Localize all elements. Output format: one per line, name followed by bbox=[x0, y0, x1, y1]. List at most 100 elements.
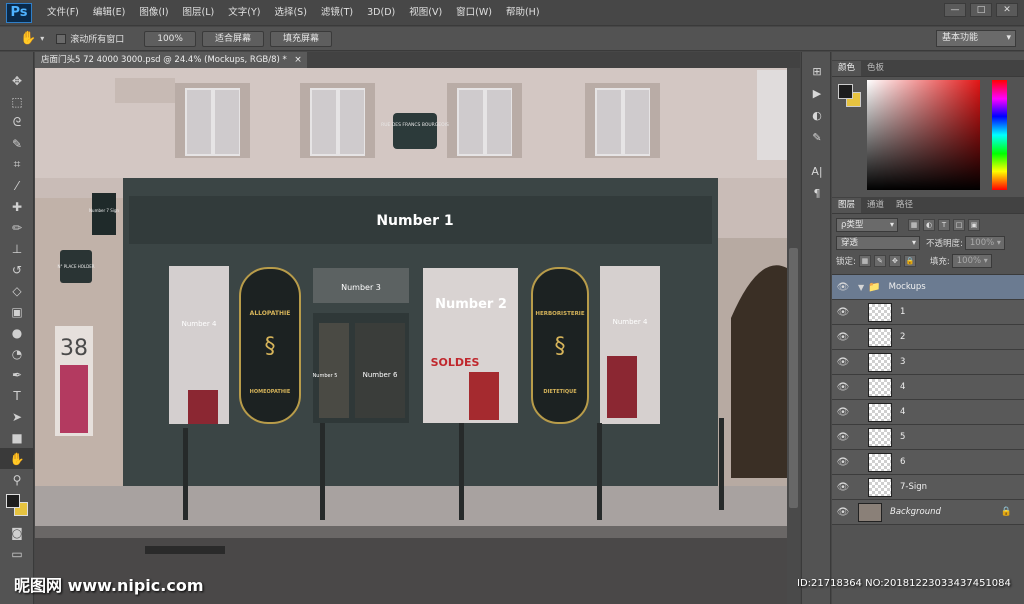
quick-select-tool-icon[interactable]: ✎ bbox=[0, 133, 34, 154]
layer-row[interactable]: 👁 5 bbox=[832, 425, 1024, 450]
visibility-eye-icon[interactable]: 👁 bbox=[832, 432, 854, 443]
tool-preset-chevron-icon[interactable]: ▾ bbox=[40, 34, 44, 43]
layer-row[interactable]: 👁 7-Sign bbox=[832, 475, 1024, 500]
visibility-eye-icon[interactable]: 👁 bbox=[832, 457, 854, 468]
tab-color[interactable]: 颜色 bbox=[832, 61, 862, 76]
layer-row[interactable]: 👁 4 bbox=[832, 400, 1024, 425]
lock-transparent-icon[interactable]: ▦ bbox=[858, 255, 871, 267]
lock-pixels-icon[interactable]: ✎ bbox=[873, 255, 886, 267]
color-field[interactable] bbox=[867, 80, 980, 190]
character-panel-icon[interactable]: A| bbox=[802, 160, 832, 182]
hand-tool-icon[interactable]: ✋ bbox=[20, 31, 36, 46]
layer-group-mockups[interactable]: 👁 ▼ 📁 Mockups bbox=[832, 275, 1024, 300]
lock-all-icon[interactable]: 🔒 bbox=[903, 255, 916, 267]
menu-filter[interactable]: 滤镜(T) bbox=[314, 0, 360, 26]
menu-select[interactable]: 选择(S) bbox=[267, 0, 313, 26]
eyedropper-tool-icon[interactable]: ⁄ bbox=[0, 175, 34, 196]
close-icon[interactable]: × bbox=[294, 52, 302, 68]
visibility-eye-icon[interactable]: 👁 bbox=[832, 357, 854, 368]
visibility-eye-icon[interactable]: 👁 bbox=[832, 482, 854, 493]
tab-layers[interactable]: 图层 bbox=[832, 198, 862, 213]
restore-button[interactable]: □ bbox=[970, 3, 992, 17]
paragraph-panel-icon[interactable]: ¶ bbox=[802, 182, 832, 204]
minimize-button[interactable]: — bbox=[944, 3, 966, 17]
path-select-tool-icon[interactable]: ➤ bbox=[0, 406, 34, 427]
lock-position-icon[interactable]: ✥ bbox=[888, 255, 901, 267]
panel-foreground-color[interactable] bbox=[838, 84, 853, 99]
tab-paths[interactable]: 路径 bbox=[890, 198, 919, 213]
filter-pixel-icon[interactable]: ▦ bbox=[908, 219, 920, 231]
canvas[interactable]: RUE DES FRANCS BOURGEOIS Number 7 Sign N… bbox=[35, 68, 787, 604]
zoom-tool-icon[interactable]: ⚲ bbox=[0, 469, 34, 490]
healing-brush-tool-icon[interactable]: ✚ bbox=[0, 196, 34, 217]
hue-slider[interactable] bbox=[992, 80, 1007, 190]
actions-panel-icon[interactable]: ▶ bbox=[802, 82, 832, 104]
opacity-input[interactable]: 100% bbox=[964, 236, 1005, 250]
visibility-eye-icon[interactable]: 👁 bbox=[832, 307, 854, 318]
filter-smart-icon[interactable]: ▣ bbox=[968, 219, 980, 231]
rectangle-tool-icon[interactable]: ■ bbox=[0, 427, 34, 448]
quick-mask-icon[interactable]: ◙ bbox=[0, 522, 34, 543]
history-brush-tool-icon[interactable]: ↺ bbox=[0, 259, 34, 280]
eraser-tool-icon[interactable]: ◇ bbox=[0, 280, 34, 301]
type-tool-icon[interactable]: T bbox=[0, 385, 34, 406]
move-tool-icon[interactable]: ✥ bbox=[0, 70, 34, 91]
group-expand-chevron-icon[interactable]: ▼ bbox=[858, 283, 864, 292]
options-bar: ✋ ▾ 滚动所有窗口 100% 适合屏幕 填充屏幕 基本功能 bbox=[0, 27, 1024, 51]
visibility-eye-icon[interactable]: 👁 bbox=[832, 507, 854, 518]
dodge-tool-icon[interactable]: ◔ bbox=[0, 343, 34, 364]
menu-file[interactable]: 文件(F) bbox=[40, 0, 86, 26]
layer-row[interactable]: 👁 1 bbox=[832, 300, 1024, 325]
close-button[interactable]: ✕ bbox=[996, 3, 1018, 17]
menu-3d[interactable]: 3D(D) bbox=[360, 0, 402, 26]
brush-tool-icon[interactable]: ✏ bbox=[0, 217, 34, 238]
layer-row[interactable]: 👁 6 bbox=[832, 450, 1024, 475]
visibility-eye-icon[interactable]: 👁 bbox=[832, 332, 854, 343]
menu-layer[interactable]: 图层(L) bbox=[176, 0, 222, 26]
filter-shape-icon[interactable]: □ bbox=[953, 219, 965, 231]
tab-swatches[interactable]: 色板 bbox=[861, 61, 890, 76]
visibility-eye-icon[interactable]: 👁 bbox=[832, 407, 854, 418]
lock-label: 锁定: bbox=[836, 257, 856, 267]
blur-tool-icon[interactable]: ● bbox=[0, 322, 34, 343]
document-tab[interactable]: 店面门头5 72 4000 3000.psd @ 24.4% (Mockups,… bbox=[35, 52, 307, 68]
fit-screen-button[interactable]: 适合屏幕 bbox=[201, 30, 264, 47]
layer-row[interactable]: 👁 3 bbox=[832, 350, 1024, 375]
hand-tool-icon[interactable]: ✋ bbox=[0, 448, 34, 469]
layer-background[interactable]: 👁 Background 🔒 bbox=[832, 500, 1024, 525]
lasso-tool-icon[interactable]: ᘓ bbox=[0, 112, 34, 133]
crop-tool-icon[interactable]: ⌗ bbox=[0, 154, 34, 175]
menu-edit[interactable]: 编辑(E) bbox=[86, 0, 132, 26]
gradient-tool-icon[interactable]: ▣ bbox=[0, 301, 34, 322]
scroll-all-checkbox[interactable] bbox=[56, 33, 67, 44]
menu-image[interactable]: 图像(I) bbox=[132, 0, 175, 26]
visibility-eye-icon[interactable]: 👁 bbox=[832, 382, 854, 393]
marquee-tool-icon[interactable]: ⬚ bbox=[0, 91, 34, 112]
menu-type[interactable]: 文字(Y) bbox=[221, 0, 267, 26]
fill-label: 填充: bbox=[929, 257, 950, 267]
layer-filter-select[interactable]: ρ类型 bbox=[836, 218, 898, 232]
scrollbar-thumb[interactable] bbox=[789, 248, 798, 508]
menu-window[interactable]: 窗口(W) bbox=[449, 0, 499, 26]
tab-channels[interactable]: 通道 bbox=[861, 198, 890, 213]
fill-input[interactable]: 100% bbox=[951, 254, 992, 268]
blend-mode-select[interactable]: 穿透 bbox=[836, 236, 920, 250]
history-panel-icon[interactable]: ⊞ bbox=[802, 60, 832, 82]
menu-view[interactable]: 视图(V) bbox=[402, 0, 449, 26]
vertical-scrollbar[interactable] bbox=[787, 68, 800, 604]
fill-screen-button[interactable]: 填充屏幕 bbox=[269, 30, 332, 47]
foreground-color[interactable] bbox=[6, 494, 20, 508]
clone-stamp-tool-icon[interactable]: ⊥ bbox=[0, 238, 34, 259]
workspace-select[interactable]: 基本功能 bbox=[936, 30, 1016, 47]
layer-row[interactable]: 👁 4 bbox=[832, 375, 1024, 400]
screen-mode-icon[interactable]: ▭ bbox=[0, 543, 34, 564]
brush-panel-icon[interactable]: ✎ bbox=[802, 126, 832, 148]
zoom-100-button[interactable]: 100% bbox=[144, 30, 196, 47]
menu-help[interactable]: 帮助(H) bbox=[499, 0, 547, 26]
pen-tool-icon[interactable]: ✒ bbox=[0, 364, 34, 385]
filter-adjust-icon[interactable]: ◐ bbox=[923, 219, 935, 231]
layer-row[interactable]: 👁 2 bbox=[832, 325, 1024, 350]
adjustments-panel-icon[interactable]: ◐ bbox=[802, 104, 832, 126]
visibility-eye-icon[interactable]: 👁 bbox=[832, 282, 854, 293]
filter-type-icon[interactable]: T bbox=[938, 219, 950, 231]
